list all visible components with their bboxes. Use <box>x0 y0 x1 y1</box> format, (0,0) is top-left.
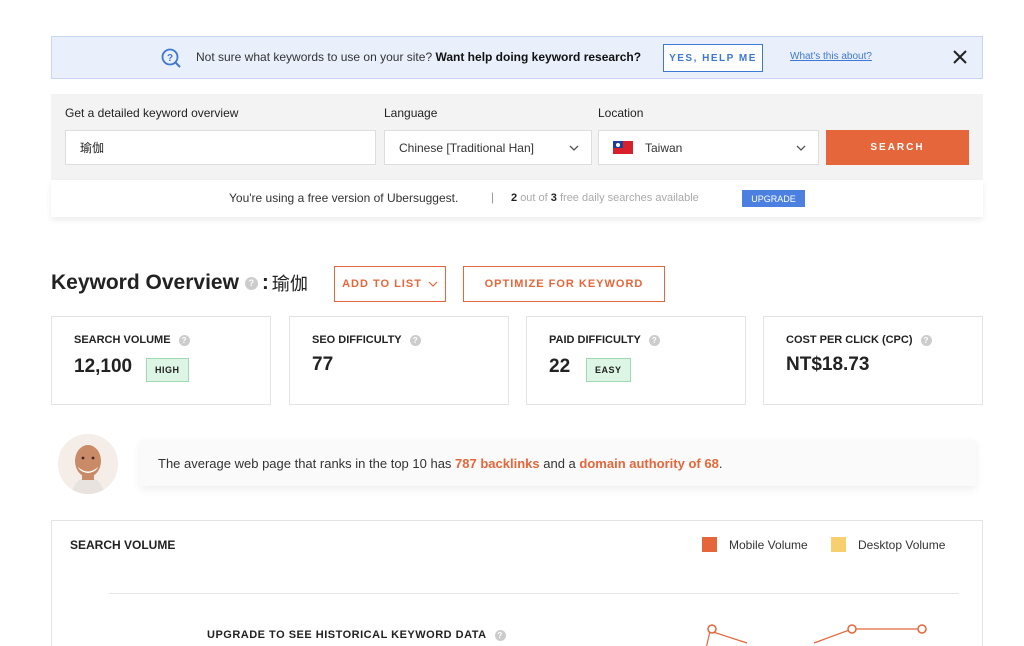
language-value: Chinese [Traditional Han] <box>399 140 534 155</box>
card-value: NT$18.73 <box>786 354 870 375</box>
desktop-swatch <box>831 537 846 552</box>
keyword-label: Get a detailed keyword overview <box>65 106 239 120</box>
chevron-down-icon <box>428 281 438 287</box>
daily-searches-count: 2 out of 3 free daily searches available <box>511 192 699 204</box>
banner-message: Not sure what keywords to use on your si… <box>196 50 641 64</box>
card-value: 77 <box>312 354 334 375</box>
taiwan-flag-icon <box>613 141 633 154</box>
help-icon[interactable]: ? <box>920 334 932 346</box>
card-value: 22 <box>549 356 571 377</box>
avatar <box>58 434 118 494</box>
page-title: Keyword Overview ? : 瑜伽 <box>51 270 308 296</box>
help-icon[interactable]: ? <box>648 334 660 346</box>
card-label: SEARCH VOLUME? <box>74 334 194 346</box>
card-label-text: PAID DIFFICULTY <box>549 334 641 346</box>
whats-this-about-link[interactable]: What's this about? <box>790 51 872 62</box>
optimize-for-keyword-button[interactable]: OPTIMIZE FOR KEYWORD <box>463 266 665 302</box>
banner-text-bold: Want help doing keyword research? <box>435 50 642 64</box>
title-colon: : <box>261 271 269 294</box>
difficulty-badge: EASY <box>586 358 631 382</box>
card-label-text: COST PER CLICK (CPC) <box>786 334 913 346</box>
help-icon[interactable]: ? <box>244 276 258 290</box>
location-select[interactable]: Taiwan <box>598 130 819 165</box>
yes-help-me-button[interactable]: YES, HELP ME <box>663 44 763 72</box>
location-value: Taiwan <box>645 140 683 155</box>
free-version-bar: You're using a free version of Ubersugge… <box>51 180 983 217</box>
cpc-card: COST PER CLICK (CPC)? NT$18.73 <box>763 316 983 405</box>
tip-backlinks: 787 backlinks <box>455 455 540 471</box>
searches-suffix: free daily searches available <box>559 192 699 204</box>
language-select[interactable]: Chinese [Traditional Han] <box>384 130 592 165</box>
upgrade-historical-text: UPGRADE TO SEE HISTORICAL KEYWORD DATA ? <box>207 629 510 641</box>
svg-text:?: ? <box>167 53 173 64</box>
keyword-term: 瑜伽 <box>271 274 308 294</box>
keyword-input[interactable]: 瑜伽 <box>65 130 376 165</box>
blurred-volume-chart <box>706 624 927 646</box>
help-icon[interactable]: ? <box>494 629 506 641</box>
add-to-list-label: ADD TO LIST <box>342 278 422 290</box>
card-label: PAID DIFFICULTY? <box>549 334 664 346</box>
card-label-text: SEO DIFFICULTY <box>312 334 402 346</box>
separator: | <box>491 190 495 204</box>
overview-title-text: Keyword Overview <box>51 271 239 294</box>
tip-suffix: . <box>718 455 723 471</box>
paid-difficulty-card: PAID DIFFICULTY? 22 EASY <box>526 316 746 405</box>
banner-text-plain: Not sure what keywords to use on your si… <box>196 50 433 64</box>
free-version-text: You're using a free version of Ubersugge… <box>229 191 459 205</box>
card-label: COST PER CLICK (CPC)? <box>786 334 936 346</box>
tip-prefix: The average web page that ranks in the t… <box>158 455 452 471</box>
tip-authority: domain authority of 68 <box>579 455 719 471</box>
card-value: 12,100 <box>74 356 133 377</box>
search-volume-title: SEARCH VOLUME <box>70 538 176 552</box>
add-to-list-button[interactable]: ADD TO LIST <box>334 266 446 302</box>
volume-badge: HIGH <box>146 358 189 382</box>
search-volume-card: SEARCH VOLUME? 12,100 HIGH <box>51 316 271 405</box>
chart-gridline <box>109 593 959 594</box>
legend-desktop-label: Desktop Volume <box>858 537 946 552</box>
help-banner: ? Not sure what keywords to use on your … <box>51 36 983 79</box>
seo-difficulty-card: SEO DIFFICULTY? 77 <box>289 316 509 405</box>
card-label: SEO DIFFICULTY? <box>312 334 425 346</box>
question-search-icon: ? <box>161 48 181 68</box>
upgrade-historical-label: UPGRADE TO SEE HISTORICAL KEYWORD DATA <box>207 629 487 641</box>
legend-mobile-label: Mobile Volume <box>729 537 808 552</box>
mobile-swatch <box>702 537 717 552</box>
card-label-text: SEARCH VOLUME <box>74 334 171 346</box>
close-icon[interactable] <box>949 46 971 68</box>
language-label: Language <box>384 106 438 120</box>
upgrade-button[interactable]: UPGRADE <box>742 190 805 207</box>
legend-desktop: Desktop Volume <box>831 537 945 552</box>
searches-used: 2 <box>511 192 518 204</box>
help-icon[interactable]: ? <box>178 334 190 346</box>
chevron-down-icon <box>796 145 806 151</box>
chevron-down-icon <box>569 145 579 151</box>
location-label: Location <box>598 106 644 120</box>
search-button[interactable]: SEARCH <box>826 130 969 165</box>
search-panel: Get a detailed keyword overview Language… <box>51 94 983 180</box>
backlinks-tip: The average web page that ranks in the t… <box>140 440 976 486</box>
search-volume-panel: SEARCH VOLUME Mobile Volume Desktop Volu… <box>51 520 983 646</box>
out-of-text: out of <box>520 192 548 204</box>
legend-mobile: Mobile Volume <box>702 537 808 552</box>
tip-middle: and a <box>543 455 576 471</box>
help-icon[interactable]: ? <box>409 334 421 346</box>
searches-total: 3 <box>550 192 557 204</box>
